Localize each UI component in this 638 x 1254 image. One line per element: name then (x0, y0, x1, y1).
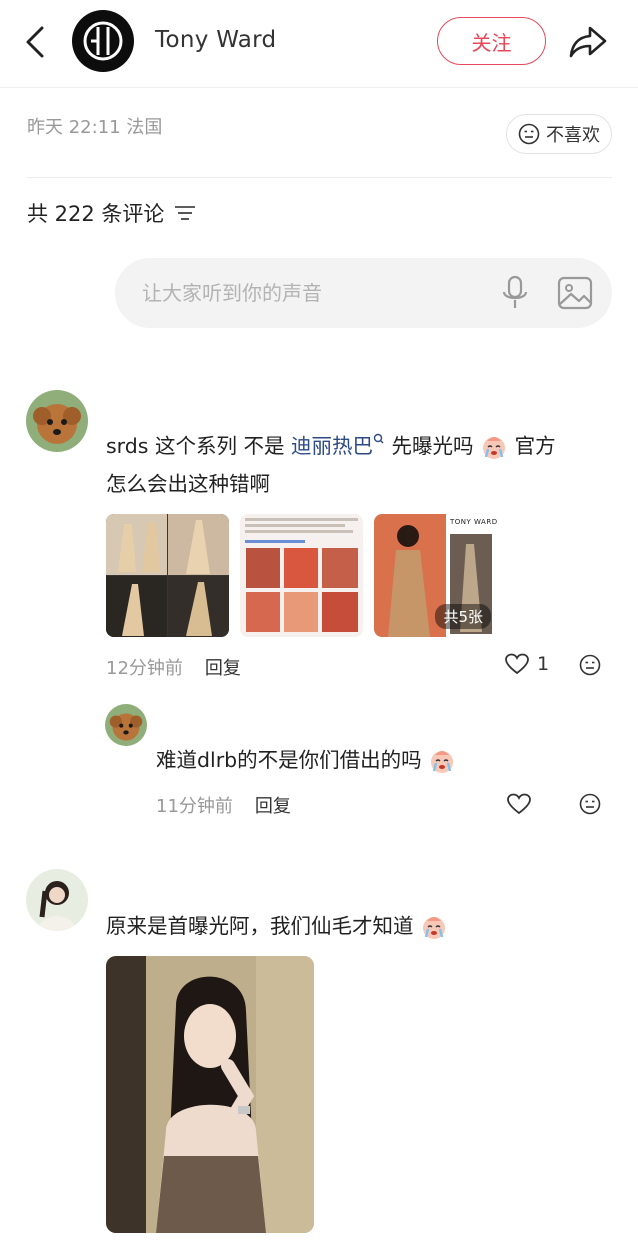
brand-logo-text: TONY WARD (450, 518, 497, 526)
post-meta: 昨天 22:11 法国 不喜欢 (0, 88, 638, 178)
comment-time: 12分钟前 (106, 658, 183, 679)
reply-button[interactable]: 回复 (255, 792, 291, 818)
portrait-photo-image (106, 956, 314, 1233)
sort-filter-icon[interactable] (174, 204, 196, 222)
voice-input-button[interactable] (499, 274, 531, 312)
dislike-comment-button[interactable] (578, 653, 602, 677)
unhappy-face-icon (579, 793, 601, 815)
unhappy-face-icon (518, 123, 540, 145)
brand-logo-icon (83, 21, 123, 61)
commenter-avatar[interactable] (26, 390, 88, 452)
image-icon (557, 276, 593, 310)
dog-avatar-image (26, 390, 88, 452)
top-bar: Tony Ward 关注 (0, 0, 638, 88)
author-avatar[interactable] (72, 10, 134, 72)
crying-emoji-icon (483, 437, 506, 459)
reply-footer: 11分钟前 回复 (156, 792, 291, 818)
follow-button[interactable]: 关注 (437, 17, 546, 65)
comments-count: 共 222 条评论 (27, 202, 165, 226)
user-portrait-image (26, 869, 88, 931)
crying-emoji-icon (431, 751, 454, 773)
comment-text-suffix: 官方 (508, 434, 556, 458)
comment-image-2[interactable] (240, 514, 363, 637)
comment-footer: 12分钟前 回复 (106, 654, 241, 680)
comment-text-line2: 怎么会出这种错啊 (106, 472, 270, 496)
chevron-left-icon (26, 26, 44, 58)
author-name[interactable]: Tony Ward (155, 27, 276, 53)
reply-text: 难道dlrb的不是你们借出的吗 (156, 741, 596, 779)
like-count: 1 (537, 653, 550, 675)
comment-text-start: srds 这个系列 不是 (106, 434, 291, 458)
comment-image-large[interactable] (106, 956, 314, 1233)
reply-button[interactable]: 回复 (205, 654, 241, 680)
comment-text-content: 原来是首曝光阿，我们仙毛才知道 (106, 914, 414, 938)
comment-text-mid: 先曝光吗 (385, 434, 474, 458)
unhappy-face-icon (579, 654, 601, 676)
image-count-badge: 共5张 (435, 604, 491, 629)
share-arrow-icon (569, 26, 607, 58)
search-icon[interactable] (373, 433, 385, 449)
like-button[interactable] (506, 792, 532, 816)
back-button[interactable] (20, 24, 50, 60)
replier-avatar[interactable] (105, 704, 147, 746)
reply-time: 11分钟前 (156, 796, 233, 817)
heart-icon (505, 653, 529, 675)
dog-avatar-image (105, 704, 147, 746)
comment-image-1[interactable] (106, 514, 229, 637)
share-button[interactable] (566, 22, 610, 62)
comments-count-header[interactable]: 共 222 条评论 (27, 198, 196, 228)
comment-text: 原来是首曝光阿，我们仙毛才知道 (106, 907, 606, 945)
reply-text-content: 难道dlrb的不是你们借出的吗 (156, 748, 422, 772)
microphone-icon (502, 275, 528, 308)
runway-photo-image (106, 514, 229, 637)
post-time-location: 昨天 22:11 法国 (27, 117, 163, 138)
comment-text: srds 这个系列 不是 迪丽热巴 先曝光吗 官方 怎么会出这种错啊 (106, 427, 606, 503)
comment-image-3[interactable]: TONY WARD 共5张 (374, 514, 497, 637)
commenter-avatar[interactable] (26, 869, 88, 931)
dislike-button[interactable]: 不喜欢 (506, 114, 612, 154)
divider (27, 177, 612, 178)
comment-input-bar[interactable] (115, 258, 612, 328)
dislike-label: 不喜欢 (546, 125, 600, 146)
crying-emoji-icon (423, 917, 446, 939)
heart-icon (507, 793, 531, 815)
comment-input[interactable] (142, 281, 472, 305)
screenshot-collage-image (240, 514, 363, 637)
dislike-comment-button[interactable] (578, 792, 602, 816)
mention-link[interactable]: 迪丽热巴 (291, 434, 373, 458)
like-button[interactable]: 1 (505, 653, 549, 675)
image-upload-button[interactable] (556, 274, 594, 312)
